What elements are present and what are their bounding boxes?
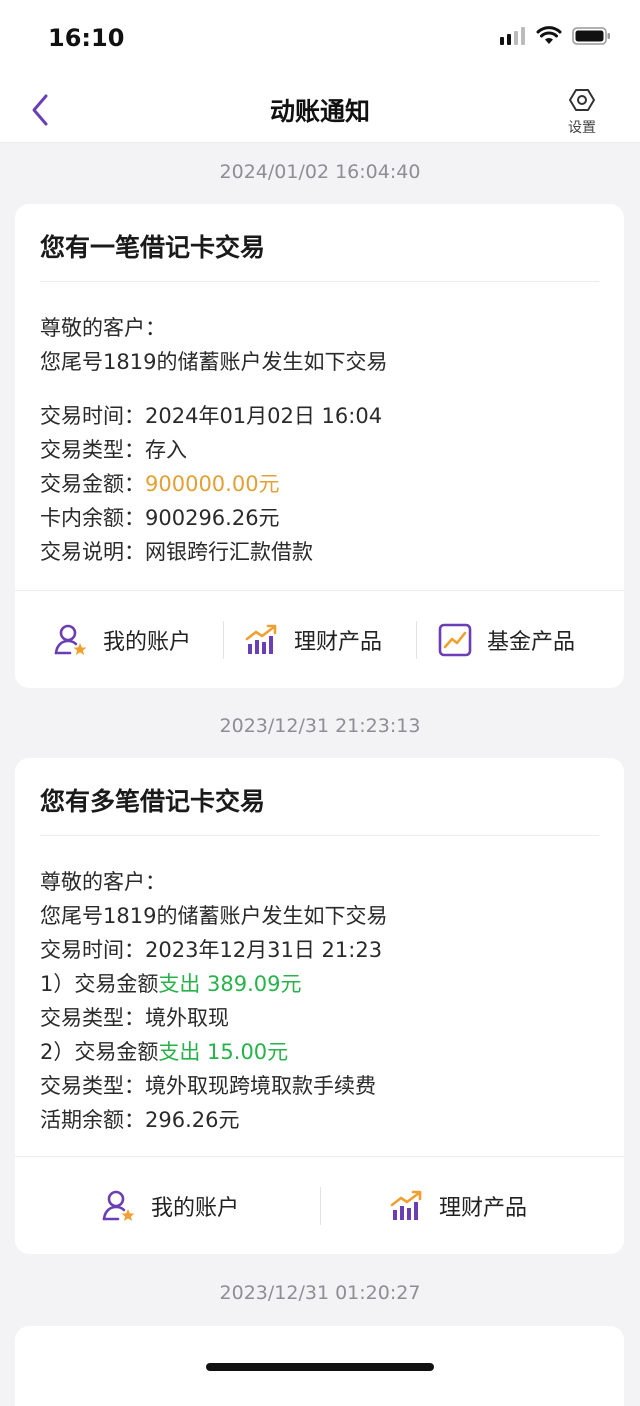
intro-text: 您尾号1819的储蓄账户发生如下交易: [40, 904, 388, 928]
amount-value: 支出 389.09元: [158, 972, 302, 996]
value: 2023年12月31日 21:23: [145, 938, 383, 962]
greeting-text: 尊敬的客户：: [40, 870, 166, 894]
fund-products-button[interactable]: 基金产品: [437, 591, 575, 689]
my-account-button[interactable]: 我的账户: [53, 591, 191, 689]
value: 境外取现跨境取款手续费: [145, 1074, 376, 1098]
item2-amount-row: 2）交易金额支出 15.00元: [40, 1036, 288, 1066]
notification-timestamp: 2023/12/31 21:23:13: [219, 715, 421, 737]
home-indicator: [206, 1363, 434, 1371]
bar-chart-growth-icon: [390, 1190, 422, 1220]
transaction-type-row: 交易类型：存入: [40, 434, 187, 464]
value: 境外取现: [145, 1006, 229, 1030]
amount-value: 支出 15.00元: [158, 1040, 289, 1064]
divider: [416, 621, 417, 659]
cellular-signal-icon: [500, 27, 525, 45]
nav-bar: 动账通知 设置: [0, 78, 640, 143]
item2-type-row: 交易类型：境外取现跨境取款手续费: [40, 1070, 376, 1100]
label: 交易金额：: [40, 472, 145, 496]
action-label: 理财产品: [439, 1196, 528, 1221]
label: 交易类型：: [40, 1006, 145, 1030]
card-actions: 我的账户 理财产品 基金产品: [15, 590, 624, 689]
card-title: 您有一笔借记卡交易: [40, 233, 266, 262]
label: 交易时间：: [40, 404, 145, 428]
notification-timestamp: 2023/12/31 01:20:27: [219, 1282, 421, 1304]
value: 2024年01月02日 16:04: [145, 404, 383, 428]
description-row: 交易说明：网银跨行汇款借款: [40, 536, 313, 566]
card-actions: 我的账户 理财产品: [15, 1156, 624, 1255]
divider: [320, 1187, 321, 1225]
card-title: 您有多笔借记卡交易: [40, 787, 266, 816]
item1-amount-row: 1）交易金额支出 389.09元: [40, 968, 302, 998]
fund-chart-icon: [438, 623, 472, 657]
balance-row: 活期余额：296.26元: [40, 1104, 239, 1134]
wealth-products-button[interactable]: 理财产品: [389, 1157, 527, 1255]
action-label: 我的账户: [151, 1196, 240, 1221]
wealth-products-button[interactable]: 理财产品: [244, 591, 382, 689]
action-label: 理财产品: [294, 630, 383, 655]
value: 296.26元: [145, 1108, 240, 1132]
notification-card: 您有多笔借记卡交易 尊敬的客户： 您尾号1819的储蓄账户发生如下交易 交易时间…: [15, 758, 624, 1254]
my-account-button[interactable]: 我的账户: [101, 1157, 239, 1255]
label: 卡内余额：: [40, 506, 145, 530]
label: 交易类型：: [40, 1074, 145, 1098]
value: 存入: [145, 438, 187, 462]
divider: [223, 621, 224, 659]
settings-label: 设置: [568, 120, 596, 136]
label: 交易时间：: [40, 938, 145, 962]
page-title: 动账通知: [269, 97, 370, 126]
divider: [40, 281, 599, 282]
status-bar: 16:10: [0, 0, 640, 78]
label: 交易类型：: [40, 438, 145, 462]
label: 交易说明：: [40, 540, 145, 564]
label: 1）交易金额: [40, 972, 159, 996]
action-label: 基金产品: [487, 630, 576, 655]
battery-icon: [572, 27, 610, 45]
status-icons: [500, 26, 612, 46]
settings-hexagon-icon: [569, 89, 595, 111]
amount-value: 900000.00元: [145, 472, 280, 496]
label: 2）交易金额: [40, 1040, 159, 1064]
notification-card: 您有一笔借记卡交易 尊敬的客户： 您尾号1819的储蓄账户发生如下交易 交易时间…: [15, 204, 624, 688]
transaction-time-row: 交易时间：2024年01月02日 16:04: [40, 400, 382, 430]
settings-button[interactable]: 设置: [562, 88, 602, 137]
greeting-text: 尊敬的客户：: [40, 316, 166, 340]
status-time: 16:10: [48, 24, 125, 52]
transaction-amount-row: 交易金额：900000.00元: [40, 468, 280, 498]
user-star-icon: [102, 1190, 135, 1221]
balance-row: 卡内余额：900296.26元: [40, 502, 280, 532]
wifi-icon: [536, 26, 562, 44]
item1-type-row: 交易类型：境外取现: [40, 1002, 229, 1032]
intro-text: 您尾号1819的储蓄账户发生如下交易: [40, 350, 388, 374]
value: 900296.26元: [145, 506, 280, 530]
label: 活期余额：: [40, 1108, 145, 1132]
notification-timestamp: 2024/01/02 16:04:40: [219, 161, 421, 183]
bar-chart-growth-icon: [245, 624, 277, 654]
transaction-time-row: 交易时间：2023年12月31日 21:23: [40, 934, 382, 964]
value: 网银跨行汇款借款: [145, 540, 313, 564]
action-label: 我的账户: [103, 630, 192, 655]
user-star-icon: [54, 624, 87, 655]
divider: [40, 835, 599, 836]
